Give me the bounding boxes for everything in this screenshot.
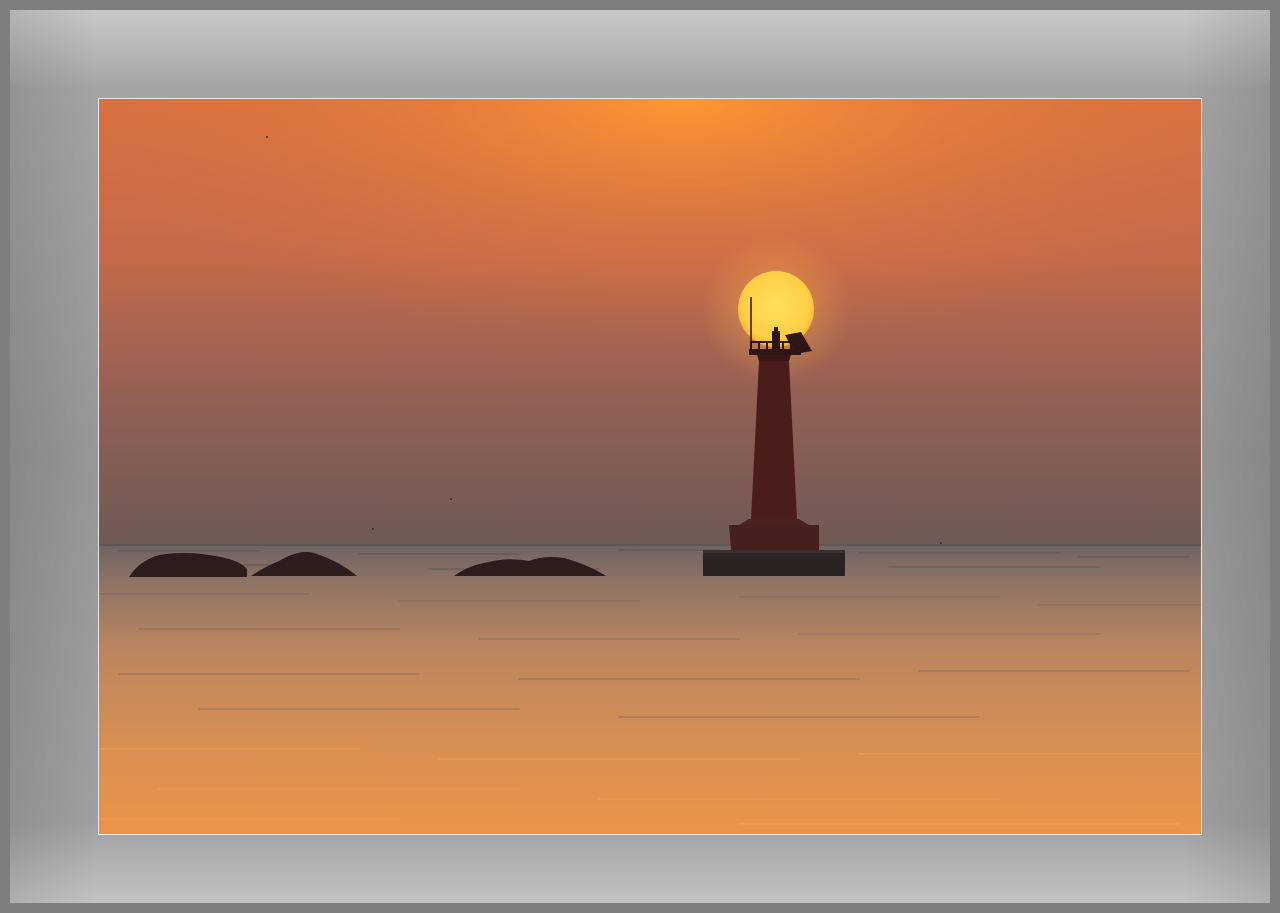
lighthouse-plinth xyxy=(729,525,819,550)
sea xyxy=(99,545,1201,834)
lighthouse-base xyxy=(703,550,845,576)
sky-glow xyxy=(99,99,1201,545)
sunset-photo xyxy=(98,98,1202,835)
photo-frame xyxy=(0,0,1280,913)
lighthouse-lantern xyxy=(772,331,780,349)
photo-scene xyxy=(99,99,1201,834)
lighthouse-tower xyxy=(751,361,797,519)
